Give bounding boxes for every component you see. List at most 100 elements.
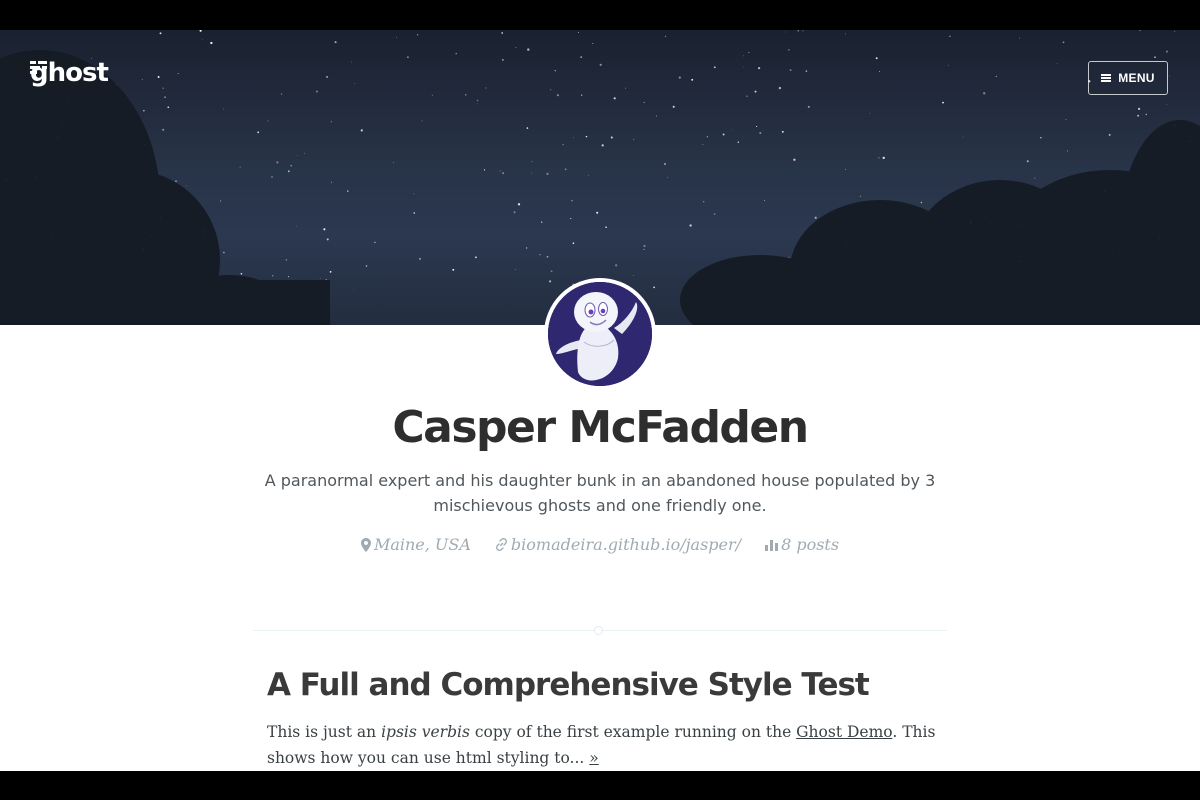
star — [1169, 75, 1170, 77]
website-link[interactable]: biomadeira.github.io/jasper/ — [511, 535, 741, 554]
star — [288, 276, 290, 278]
star — [653, 286, 655, 289]
star — [581, 94, 583, 96]
star — [287, 170, 290, 173]
star — [1019, 37, 1020, 39]
star — [162, 87, 164, 89]
star — [502, 59, 504, 61]
star — [465, 94, 467, 96]
star — [788, 256, 790, 258]
letterbox-top — [0, 0, 1200, 30]
star — [1137, 114, 1140, 117]
star — [499, 170, 501, 172]
star — [541, 221, 543, 223]
star — [613, 97, 616, 100]
post-excerpt: This is just an ipsis verbis copy of the… — [267, 719, 947, 771]
star — [743, 55, 744, 57]
star — [615, 264, 618, 267]
star — [678, 76, 681, 79]
star — [667, 177, 669, 178]
star — [859, 195, 861, 197]
star — [421, 120, 423, 122]
star — [513, 211, 516, 214]
star — [164, 96, 166, 99]
casper-ghost-avatar — [548, 282, 652, 386]
star — [578, 31, 580, 33]
star — [920, 201, 923, 204]
star — [546, 255, 549, 258]
ghost-demo-link[interactable]: Ghost Demo — [796, 723, 892, 741]
star — [585, 135, 588, 138]
star — [1166, 103, 1168, 105]
star — [549, 280, 552, 283]
star — [334, 41, 337, 44]
post-title-link[interactable]: A Full and Comprehensive Style Test — [267, 667, 967, 703]
post-count: 8 posts — [781, 535, 840, 554]
star — [564, 168, 567, 171]
star — [778, 86, 782, 90]
star — [1108, 133, 1111, 136]
star — [1056, 63, 1058, 64]
star — [556, 94, 559, 97]
star — [539, 253, 541, 256]
author-location: Maine, USA — [360, 535, 471, 554]
star — [1062, 41, 1065, 44]
star — [573, 137, 574, 139]
author-website[interactable]: biomadeira.github.io/jasper/ — [495, 535, 741, 554]
avatar — [544, 278, 656, 390]
location-text: Maine, USA — [373, 535, 471, 554]
brand-logo[interactable]: ghost — [30, 58, 109, 88]
star — [527, 48, 530, 51]
star — [633, 139, 635, 141]
star — [605, 226, 607, 229]
star — [290, 164, 293, 167]
star — [1154, 56, 1156, 59]
star — [159, 32, 162, 35]
star — [664, 163, 666, 165]
star — [285, 259, 288, 261]
star — [781, 130, 784, 133]
star — [210, 41, 213, 45]
star — [731, 129, 733, 131]
star — [807, 105, 810, 108]
star — [319, 278, 321, 280]
star — [656, 115, 657, 117]
stats-icon — [765, 540, 779, 551]
star — [746, 95, 748, 97]
star — [280, 93, 283, 95]
star — [1138, 107, 1141, 110]
star — [599, 63, 602, 66]
star — [1145, 113, 1147, 116]
star — [737, 141, 740, 143]
star — [706, 136, 708, 138]
star — [177, 72, 179, 75]
star — [393, 162, 394, 164]
star — [1034, 177, 1036, 179]
author-bio: A paranormal expert and his daughter bun… — [264, 471, 936, 515]
star — [365, 265, 368, 267]
star — [276, 161, 279, 164]
star — [788, 49, 790, 51]
excerpt-text-middle: copy of the first example running on the — [469, 723, 797, 741]
star — [1040, 137, 1042, 139]
star — [702, 144, 704, 146]
star — [474, 256, 477, 259]
star — [878, 157, 880, 159]
star — [571, 199, 573, 202]
star — [202, 39, 203, 41]
menu-button[interactable]: MENU — [1088, 61, 1168, 95]
star — [743, 66, 744, 68]
star — [562, 143, 564, 146]
star — [983, 92, 986, 95]
star — [948, 65, 950, 66]
star — [550, 270, 553, 273]
letterbox-bottom — [0, 771, 1200, 800]
read-more-link[interactable]: » — [589, 749, 598, 767]
star — [315, 90, 318, 93]
star — [702, 201, 705, 203]
star — [763, 199, 765, 201]
star — [186, 185, 187, 186]
star — [875, 57, 878, 60]
star — [784, 31, 786, 33]
star — [297, 155, 298, 156]
